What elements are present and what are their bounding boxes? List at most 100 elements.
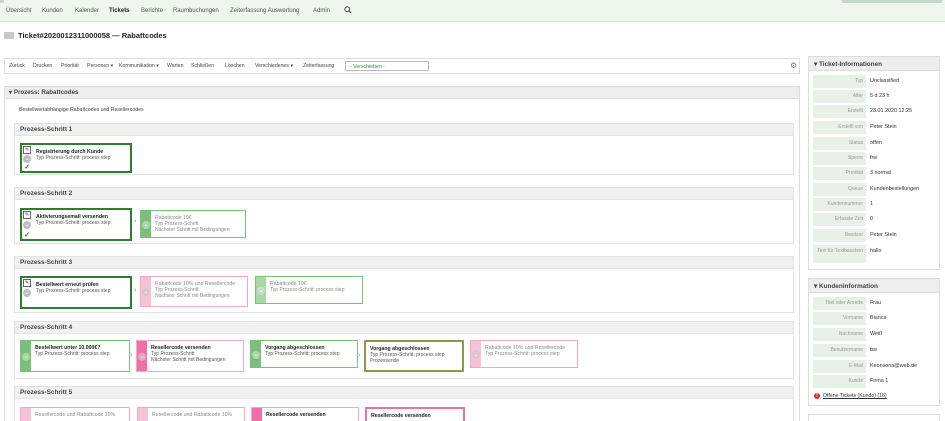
info-key: Nachname <box>813 328 866 341</box>
info-key: Text für Textbaustein <box>813 245 866 263</box>
edit-icon[interactable]: ✎ <box>23 211 31 219</box>
activity-card[interactable]: Vorgang abgeschlossen Typ Prozess-Schrit… <box>364 340 464 372</box>
toolbar-close[interactable]: Schließen <box>191 63 214 69</box>
activity-card[interactable]: ⌄ Rabattcode 10% und Resellercode Typ Pr… <box>470 340 578 368</box>
nav-item-admin[interactable]: Admin <box>313 8 330 14</box>
chevron-down-icon[interactable]: ⌄ <box>23 155 31 163</box>
toolbar-print[interactable]: Drucken <box>33 63 52 69</box>
gear-icon[interactable]: ⚙ <box>790 62 798 70</box>
activity-card[interactable]: ⌄ Rabattcode 10€ Typ Prozess-Schritt: pr… <box>255 276 363 304</box>
top-navigation: Übersicht Kunden Kalender Tickets Berich… <box>0 0 945 22</box>
check-icon: ✓ <box>24 232 30 239</box>
process-panel-header[interactable]: ▾ Prozess: Rabattcodes <box>5 87 799 99</box>
info-value[interactable]: Keonsona@web.de <box>870 360 917 373</box>
chevron-down-icon[interactable]: ⌄ <box>22 353 30 361</box>
info-row: Erstellt 23.01.2020 12:25 <box>813 105 937 118</box>
toolbar-communication[interactable]: Kommunikation ▾ <box>119 63 159 69</box>
activity-card[interactable]: ⌄ Vorgang abgeschlossen Typ Prozess-Schr… <box>250 340 358 368</box>
activity-title: Resellercode und Rabattcode 10% <box>35 412 116 418</box>
chevron-down-icon[interactable]: ⌄ <box>23 221 31 229</box>
toolbar-misc[interactable]: Verschiedenes ▾ <box>255 63 293 69</box>
activity-type: Typ Prozess-Schritt: process step <box>35 351 110 357</box>
chevron-down-icon[interactable]: ⌄ <box>472 351 480 359</box>
toolbar-priority[interactable]: Priorität <box>61 63 79 69</box>
process-step-header: Prozess-Schritt 2 <box>15 188 793 200</box>
activity-card[interactable]: Resellercode und Rabattcode 10% <box>20 407 130 421</box>
info-key: Status <box>813 137 866 150</box>
info-row: Erfasste Zeit 0 <box>813 213 937 226</box>
move-queue-select[interactable]: - Verschieben - <box>345 61 429 71</box>
process-step-label: Prozess-Schritt 4 <box>20 324 73 331</box>
info-value: 5 d 23 h <box>870 93 890 99</box>
toolbar-people[interactable]: Personen ▾ <box>87 63 113 69</box>
customer-information-panel: ▾ Kundeninformation Titel oder Anrede Fra… <box>808 278 940 406</box>
info-key: E-Mail <box>813 360 866 373</box>
activity-card[interactable]: ⌄ Bestellwert unter 10.000€? Typ Prozess… <box>20 340 130 372</box>
activity-card[interactable]: Resellercode versenden <box>365 407 465 421</box>
activity-type: Typ Prozess-Schritt: process step <box>36 220 111 226</box>
activity-card[interactable]: ✎ ⌄ ✓ Aktivierungsemail versenden Typ Pr… <box>20 208 132 241</box>
info-row: Text für Textbaustein hallo <box>813 245 937 263</box>
info-key: Queue <box>813 183 866 196</box>
info-key: Kunde <box>813 375 866 388</box>
activity-card[interactable]: ✎ ⌄ Bestellwert erneut prüfen Typ Prozes… <box>20 276 132 309</box>
chevron-down-icon[interactable]: ⌄ <box>252 351 260 359</box>
chevron-down-icon[interactable]: ⌄ <box>23 289 31 297</box>
nav-decoration-right <box>842 0 942 3</box>
info-value: Peter Stein <box>870 124 897 130</box>
open-tickets-link[interactable]: Offene Tickets (Kunde) (16) <box>823 393 887 399</box>
activity-card[interactable]: ⌄ Rabattcode 10% und Resellercode Typ Pr… <box>140 276 248 307</box>
edit-icon[interactable]: ✎ <box>23 146 31 154</box>
activity-card[interactable]: ⌄ Rabattcode 10€ Typ Prozess-Schritt Näc… <box>140 210 246 238</box>
edit-icon[interactable]: ✎ <box>23 279 31 287</box>
activity-type: Typ Prozess-Schritt: process step <box>485 351 560 357</box>
check-icon: ✓ <box>24 164 30 171</box>
process-step-1: Prozess-Schritt 1 ✎ ⌄ ✓ Registrierung du… <box>14 123 794 175</box>
process-step-header: Prozess-Schritt 3 <box>15 257 793 269</box>
info-value: 3 normal <box>870 170 891 176</box>
info-value: frei <box>870 155 878 161</box>
activity-title: Resellercode versenden <box>371 413 431 419</box>
nav-item-raumbuchungen[interactable]: Raumbuchungen <box>173 8 219 14</box>
toolbar-wait[interactable]: Warten <box>167 63 184 69</box>
chevron-down-icon[interactable]: ⌄ <box>257 287 265 295</box>
activity-card[interactable]: ✎ ⌄ ✓ Registrierung durch Kunde Typ Proz… <box>20 143 132 173</box>
toolbar-delete[interactable]: Löschen <box>225 63 245 69</box>
activity-card[interactable]: Resellercode und Rabattcode 10% <box>137 407 245 421</box>
info-key: Besitzer <box>813 229 866 242</box>
process-step-header: Prozess-Schritt 5 <box>15 387 793 399</box>
info-row: Titel oder Anrede Frau <box>813 297 937 310</box>
process-title: ▾ Prozess: Rabattcodes <box>9 89 79 96</box>
info-value: 1 <box>870 201 873 207</box>
toolbar-time-tracking[interactable]: Zeiterfassung <box>303 63 334 69</box>
nav-item-uebersicht[interactable]: Übersicht <box>6 8 31 14</box>
next-panel <box>808 414 940 421</box>
toolbar-back[interactable]: Zurück <box>9 63 25 69</box>
info-value: Unclassified <box>870 78 900 84</box>
info-value: Bianca <box>870 315 887 321</box>
activity-next-step: Nächster Schritt mit Bedingungen <box>155 293 230 299</box>
info-row: Erstellt von Peter Stein <box>813 121 937 134</box>
activity-card[interactable]: ⌄ Resellercode versenden Typ Prozess-Sch… <box>136 340 244 372</box>
nav-item-kunden[interactable]: Kunden <box>42 8 63 14</box>
activity-card[interactable]: Resellercode versenden <box>251 407 359 421</box>
search-icon[interactable] <box>344 6 352 14</box>
nav-item-zeiterfassung-auswertung[interactable]: Zeiterfassung Auswertung <box>230 8 299 14</box>
process-step-header: Prozess-Schritt 4 <box>15 322 793 334</box>
info-key: Erstellt <box>813 105 866 118</box>
activity-type: Typ Prozess-Schritt: process step <box>270 287 345 293</box>
activity-status-bar <box>21 408 31 421</box>
chevron-down-icon[interactable]: ⌄ <box>138 353 146 361</box>
ticket-information-header[interactable]: ▾ Ticket-Informationen <box>809 57 939 71</box>
customer-information-header[interactable]: ▾ Kundeninformation <box>809 279 939 293</box>
chevron-down-icon[interactable]: ⌄ <box>142 221 150 229</box>
ticket-toolbar: Zurück Drucken Priorität Personen ▾ Komm… <box>4 58 800 74</box>
nav-item-berichte[interactable]: Berichte <box>141 8 163 14</box>
info-row: Typ Unclassified <box>813 75 937 88</box>
info-row: Sperre frei <box>813 152 937 165</box>
info-key: Alter <box>813 90 866 103</box>
process-step-3: Prozess-Schritt 3 ✎ ⌄ Bestellwert erneut… <box>14 256 794 313</box>
chevron-down-icon[interactable]: ⌄ <box>142 288 150 296</box>
nav-item-tickets[interactable]: Tickets <box>109 8 130 14</box>
nav-item-kalender[interactable]: Kalender <box>75 8 99 14</box>
